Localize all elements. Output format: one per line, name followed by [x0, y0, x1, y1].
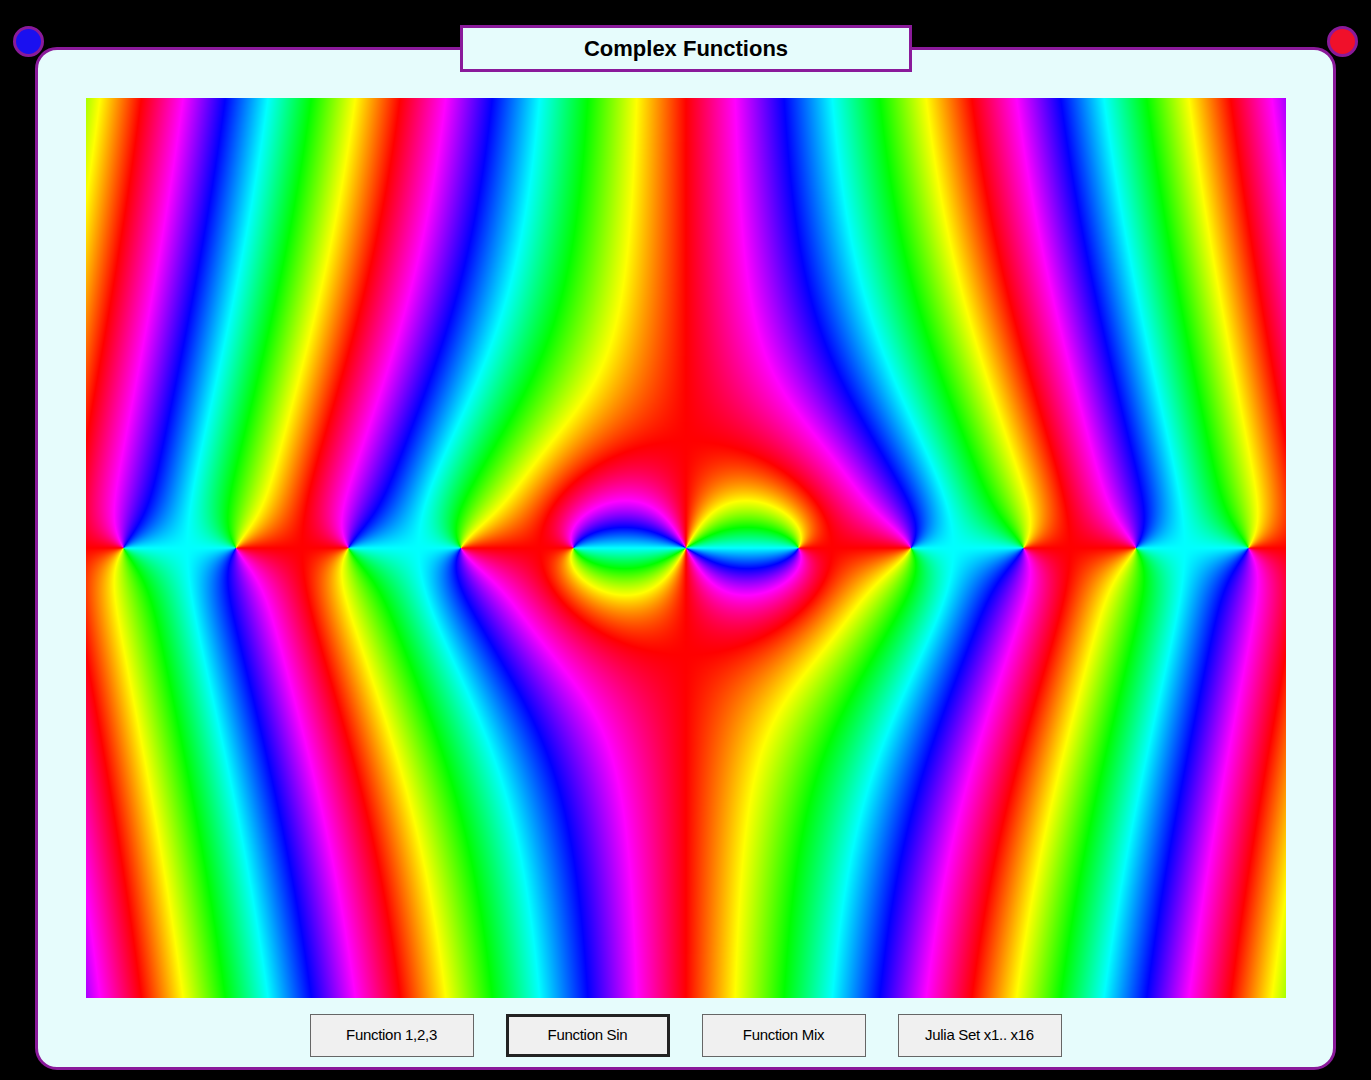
button-row: Function 1,2,3 Function Sin Function Mix Ju… — [310, 1014, 1062, 1057]
minimize-dot[interactable] — [13, 26, 44, 57]
close-dot[interactable] — [1327, 26, 1358, 57]
main-panel: Complex Functions Function 1,2,3Function… — [35, 47, 1336, 1070]
complex-plot — [86, 98, 1286, 998]
window-title: Complex Functions — [584, 32, 788, 65]
function-button[interactable]: Function Sin — [506, 1014, 670, 1057]
button-label: Julia Set x1.. x16 — [925, 1024, 1034, 1047]
title-box: Complex Functions — [460, 25, 912, 72]
function-button[interactable]: Function Mix — [702, 1014, 866, 1057]
button-label: Function Mix — [743, 1024, 824, 1047]
function-button[interactable]: Julia Set x1.. x16 — [898, 1014, 1062, 1057]
button-label: Function Sin — [548, 1024, 628, 1047]
function-button[interactable]: Function 1,2,3 — [310, 1014, 474, 1057]
button-label: Function 1,2,3 — [346, 1024, 437, 1047]
